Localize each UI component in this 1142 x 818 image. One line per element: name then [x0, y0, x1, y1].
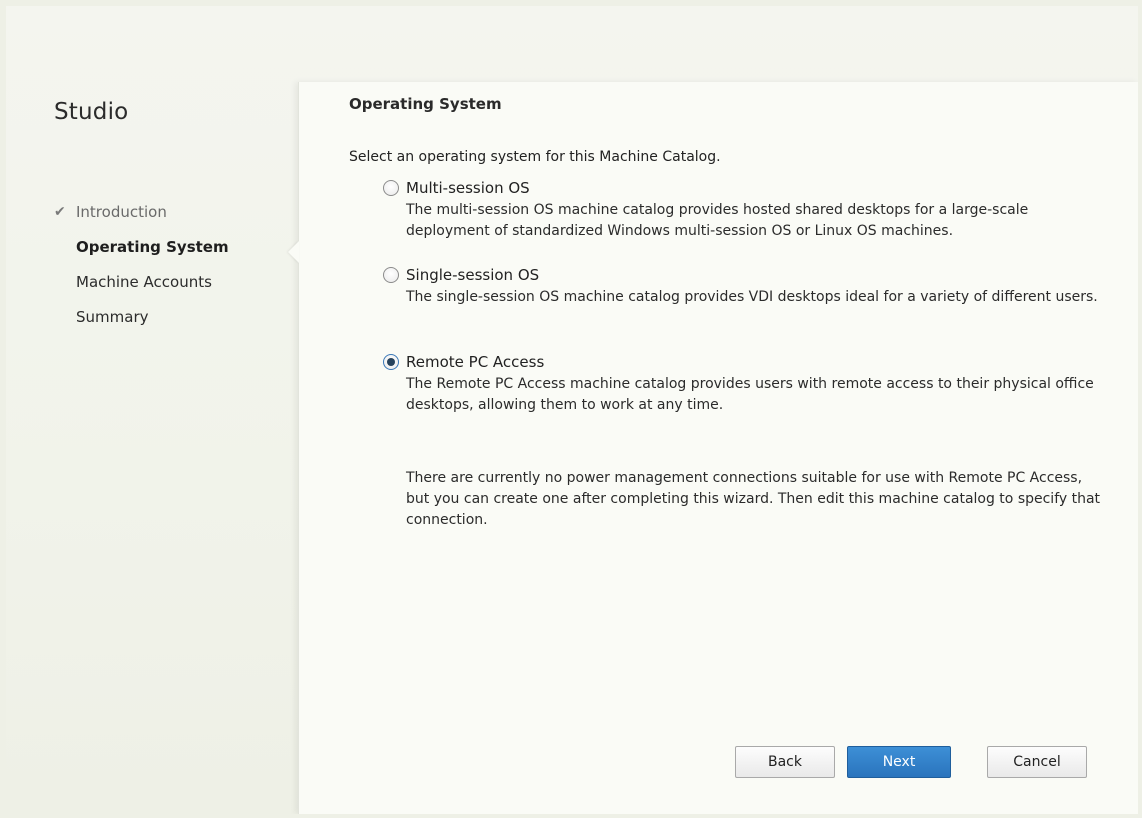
step-operating-system[interactable]: Operating System: [54, 237, 229, 272]
step-label: Machine Accounts: [76, 273, 212, 291]
active-step-pointer: [288, 241, 299, 263]
option-single-session[interactable]: Single-session OS The single-session OS …: [383, 265, 1103, 308]
option-label[interactable]: Multi-session OS: [406, 179, 530, 197]
radio-remote-pc-access[interactable]: [383, 354, 399, 370]
option-multi-session[interactable]: Multi-session OS The multi-session OS ma…: [383, 178, 1103, 242]
content-panel: Operating System Select an operating sys…: [288, 82, 1138, 814]
next-button[interactable]: Next: [847, 746, 951, 778]
step-label: Operating System: [76, 238, 229, 256]
wizard-sidebar: Studio ✔ Introduction Operating System M…: [6, 6, 298, 814]
step-introduction[interactable]: ✔ Introduction: [54, 202, 229, 237]
step-summary[interactable]: Summary: [54, 307, 229, 342]
option-description: The multi-session OS machine catalog pro…: [406, 202, 1029, 239]
checkmark-icon: ✔: [54, 204, 66, 220]
wizard-steps: ✔ Introduction Operating System Machine …: [54, 202, 229, 342]
power-management-note: There are currently no power management …: [406, 470, 1101, 528]
wizard-window: Studio ✔ Introduction Operating System M…: [6, 6, 1138, 814]
option-label[interactable]: Remote PC Access: [406, 353, 544, 371]
back-button[interactable]: Back: [735, 746, 835, 778]
step-label: Introduction: [76, 203, 167, 221]
radio-single-session[interactable]: [383, 267, 399, 283]
step-machine-accounts[interactable]: Machine Accounts: [54, 272, 229, 307]
option-remote-pc-access[interactable]: Remote PC Access The Remote PC Access ma…: [383, 352, 1103, 416]
option-label[interactable]: Single-session OS: [406, 266, 539, 284]
app-title: Studio: [54, 99, 129, 125]
step-label: Summary: [76, 308, 149, 326]
page-intro: Select an operating system for this Mach…: [349, 149, 721, 165]
radio-multi-session[interactable]: [383, 180, 399, 196]
option-description: The single-session OS machine catalog pr…: [406, 289, 1098, 305]
page-title: Operating System: [349, 95, 502, 113]
cancel-button[interactable]: Cancel: [987, 746, 1087, 778]
option-description: The Remote PC Access machine catalog pro…: [406, 376, 1094, 413]
